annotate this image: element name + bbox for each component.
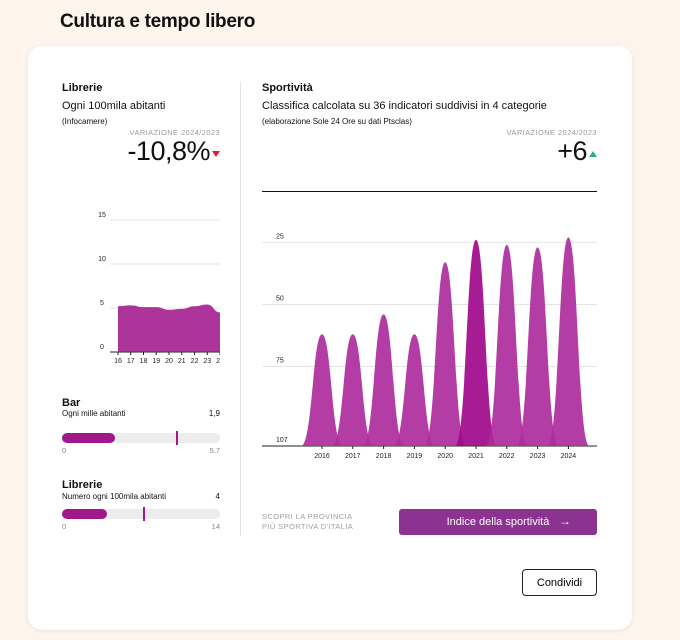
sportivita-index-button[interactable]: Indice della sportività →	[399, 509, 597, 535]
sportivita-variation: +6	[262, 136, 597, 167]
bar-bar-marker	[175, 431, 178, 445]
bar-bar-title: Bar	[62, 397, 81, 409]
bar-bar-value: 1,9	[208, 409, 220, 418]
sportivita-variation-value: +6	[557, 136, 587, 166]
sportivita-y-tick: 50	[276, 295, 284, 302]
sportivita-area-chart: 25 50 75 107 2016 2017 2018 2019 2020 2021 2022 202…	[262, 233, 597, 460]
librerie-area-chart: 0 5 10 15 16 17 18 19 20 21 22 23 24	[98, 212, 220, 365]
bar-librerie-value: 4	[215, 492, 220, 501]
sportivita-x-tick: 2016	[314, 453, 330, 460]
sportivita-y-tick: 107	[276, 437, 288, 444]
triangle-down-icon	[212, 151, 220, 157]
cta-line-2: PIÙ SPORTIVA D'ITALIA	[262, 522, 354, 531]
librerie-x-tick: 18	[140, 358, 148, 365]
column-divider	[240, 82, 241, 536]
librerie-x-tick: 24	[216, 358, 220, 365]
librerie-y-tick: 0	[100, 344, 104, 351]
sportivita-y-tick: 75	[276, 358, 284, 365]
librerie-x-tick: 16	[114, 358, 122, 365]
bar-bar-fill	[62, 433, 115, 443]
sportivita-rule	[262, 191, 597, 192]
bar-librerie-title: Librerie	[62, 479, 103, 491]
sportivita-source: (elaborazione Sole 24 Ore su dati Ptscla…	[262, 117, 412, 126]
sportivita-index-label: Indice della sportività	[446, 516, 550, 528]
sportivita-subtitle: Classifica calcolata su 36 indicatori su…	[262, 100, 547, 112]
sportivita-peak-2024	[547, 237, 590, 446]
sportivita-peak-2022	[485, 244, 528, 446]
sportivita-peak-2017	[331, 334, 374, 446]
sportivita-peak-2016	[301, 334, 343, 446]
sportivita-y-tick: 25	[276, 233, 284, 240]
librerie-source: (Infocamere)	[62, 117, 108, 126]
triangle-up-icon	[589, 151, 597, 157]
librerie-area	[118, 304, 220, 352]
bar-librerie-fill	[62, 509, 108, 519]
librerie-x-tick: 22	[191, 358, 199, 365]
sportivita-x-tick: 2023	[530, 453, 546, 460]
librerie-x-tick: 20	[165, 358, 173, 365]
librerie-x-tick: 23	[203, 358, 211, 365]
librerie-title: Librerie	[62, 82, 103, 94]
sportivita-x-tick: 2020	[437, 453, 453, 460]
sportivita-x-tick: 2021	[468, 453, 484, 460]
sportivita-peak-2018	[362, 314, 405, 446]
sportivita-peak-2019	[393, 334, 436, 446]
librerie-x-tick: 17	[127, 358, 135, 365]
share-button[interactable]: Condividi	[522, 569, 597, 596]
librerie-y-tick: 15	[98, 212, 106, 219]
sportivita-x-tick: 2024	[561, 453, 577, 460]
bar-bar-max: 5,7	[209, 446, 220, 455]
sportivita-x-tick: 2018	[376, 453, 392, 460]
content-card: Librerie Ogni 100mila abitanti (Infocame…	[28, 46, 632, 630]
librerie-y-tick: 10	[98, 256, 106, 263]
librerie-variation-value: -10,8%	[127, 136, 210, 166]
bar-librerie-track	[62, 507, 220, 521]
cta-line-1: SCOPRI LA PROVINCIA	[262, 512, 353, 521]
bar-librerie-marker	[143, 507, 146, 521]
bar-bar-track	[62, 431, 220, 445]
sportivita-peak-2021	[455, 239, 497, 446]
librerie-x-tick: 19	[152, 358, 160, 365]
sportivita-x-tick: 2019	[407, 453, 423, 460]
sportivita-x-tick: 2022	[499, 453, 515, 460]
sportivita-x-tick: 2017	[345, 453, 361, 460]
librerie-y-tick: 5	[100, 300, 104, 307]
arrow-right-icon: →	[559, 514, 571, 528]
cta-text: SCOPRI LA PROVINCIA PIÙ SPORTIVA D'ITALI…	[262, 512, 353, 532]
sportivita-title: Sportività	[262, 82, 313, 94]
bar-bar-subtitle: Ogni mille abitanti	[62, 409, 126, 418]
bar-librerie-max: 14	[211, 522, 220, 531]
bar-bar-min: 0	[62, 446, 67, 455]
bar-librerie-min: 0	[62, 522, 67, 531]
sportivita-peak-2023	[516, 247, 559, 446]
librerie-x-tick: 21	[178, 358, 186, 365]
page-title: Cultura e tempo libero	[60, 11, 256, 32]
sportivita-peak-2020	[424, 262, 467, 446]
librerie-subtitle: Ogni 100mila abitanti	[62, 100, 166, 112]
librerie-variation: -10,8%	[62, 136, 220, 167]
bar-librerie-subtitle: Numero ogni 100mila abitanti	[62, 492, 167, 501]
